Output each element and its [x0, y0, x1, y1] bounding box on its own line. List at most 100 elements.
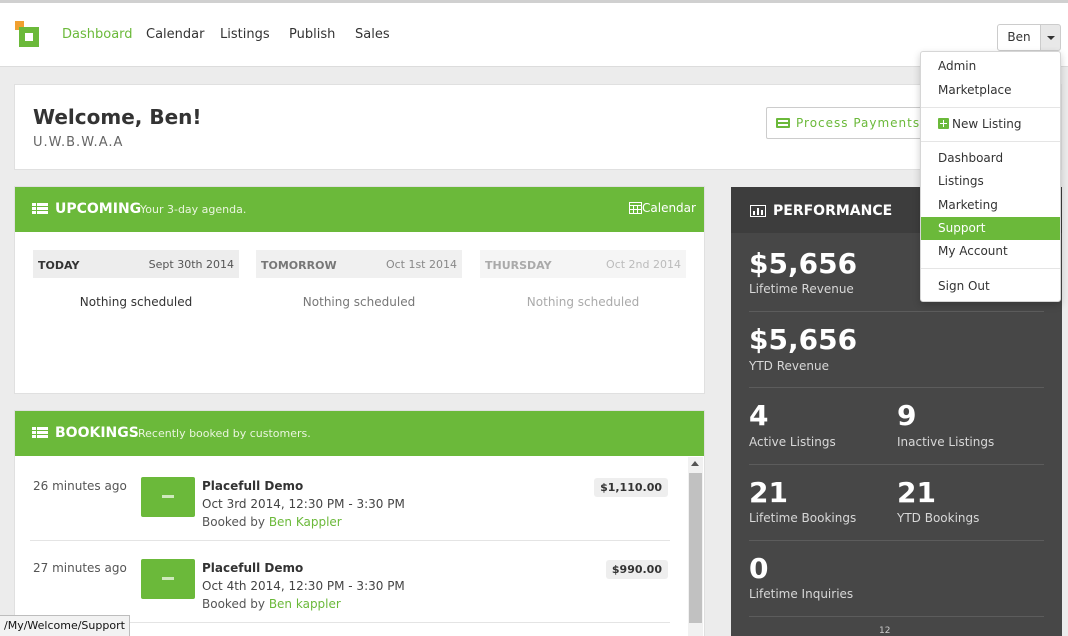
booking-customer: Booked by Ben kappler — [202, 597, 341, 611]
lifetime-inquiries-value: 0 — [749, 552, 769, 585]
booked-by-label: Booked by — [202, 515, 265, 529]
plus-square-icon — [938, 118, 949, 129]
lifetime-revenue-value: $5,656 — [749, 247, 858, 280]
organization-name: U.W.B.W.A.A — [33, 135, 124, 150]
day-date: Oct 2nd 2014 — [606, 258, 681, 271]
credit-card-icon — [776, 118, 790, 128]
menu-item-marketplace[interactable]: Marketplace — [921, 79, 1060, 102]
bookings-title: BOOKINGS — [55, 425, 139, 441]
bar-chart-icon — [750, 205, 766, 217]
menu-item-support[interactable]: Support — [921, 217, 1060, 240]
nav-dashboard[interactable]: Dashboard — [62, 27, 133, 42]
nav-listings[interactable]: Listings — [220, 27, 270, 42]
menu-item-listings[interactable]: Listings — [921, 170, 1060, 193]
customer-link[interactable]: Ben kappler — [269, 597, 341, 611]
day-header: TODAY Sept 30th 2014 — [33, 250, 239, 278]
booking-title[interactable]: Placefull Demo — [202, 561, 303, 575]
day-header: TOMORROW Oct 1st 2014 — [256, 250, 462, 278]
menu-divider — [921, 268, 1060, 269]
list-icon — [32, 203, 48, 215]
day-header: THURSDAY Oct 2nd 2014 — [480, 250, 686, 278]
active-listings-label: Active Listings — [749, 435, 836, 449]
calendar-icon — [629, 202, 642, 214]
process-payments-button[interactable]: Process Payments — [766, 107, 926, 139]
status-bar-url: /My/Welcome/Support — [0, 615, 130, 636]
caret-down-icon — [1047, 36, 1055, 40]
ytd-revenue-value: $5,656 — [749, 323, 858, 356]
process-payments-label: Process Payments — [796, 116, 921, 130]
upcoming-title: UPCOMING — [55, 201, 142, 217]
booked-by-label: Booked by — [202, 597, 265, 611]
menu-item-marketing[interactable]: Marketing — [921, 194, 1060, 217]
ytd-revenue-label: YTD Revenue — [749, 359, 829, 373]
divider — [749, 387, 1044, 388]
booking-row[interactable]: 26 minutes ago Placefull Demo Oct 3rd 20… — [30, 459, 670, 541]
divider — [749, 616, 1044, 617]
lifetime-bookings-value: 21 — [749, 476, 788, 509]
welcome-title: Welcome, Ben! — [33, 105, 202, 129]
booking-title[interactable]: Placefull Demo — [202, 479, 303, 493]
user-dropdown-menu: Admin Marketplace New Listing Dashboard … — [920, 51, 1061, 302]
day-name: THURSDAY — [485, 259, 552, 272]
menu-item-admin[interactable]: Admin — [921, 55, 1060, 78]
new-listing-label: New Listing — [952, 117, 1022, 131]
calendar-link[interactable]: Calendar — [629, 201, 696, 215]
menu-divider — [921, 107, 1060, 108]
day-name: TODAY — [38, 259, 80, 272]
lifetime-bookings-label: Lifetime Bookings — [749, 511, 857, 525]
user-menu-button[interactable]: Ben — [997, 24, 1041, 51]
logo-square-inner — [25, 33, 33, 41]
menu-item-sign-out[interactable]: Sign Out — [921, 275, 1060, 298]
ytd-bookings-value: 21 — [897, 476, 936, 509]
upcoming-panel: UPCOMING Your 3-day agenda. Calendar — [14, 186, 705, 394]
menu-item-dashboard[interactable]: Dashboard — [921, 147, 1060, 170]
day-note: Nothing scheduled — [526, 295, 640, 309]
booking-date: Oct 3rd 2014, 12:30 PM - 3:30 PM — [202, 497, 405, 511]
welcome-panel: Welcome, Ben! U.W.B.W.A.A Process Paymen… — [14, 84, 1062, 170]
customer-link[interactable]: Ben Kappler — [269, 515, 342, 529]
day-date: Sept 30th 2014 — [148, 258, 234, 271]
upcoming-subtitle: Your 3-day agenda. — [140, 203, 247, 216]
day-date: Oct 1st 2014 — [385, 258, 457, 271]
lifetime-revenue-label: Lifetime Revenue — [749, 282, 854, 296]
inactive-listings-label: Inactive Listings — [897, 435, 995, 449]
day-note: Nothing scheduled — [79, 295, 193, 309]
upcoming-header: UPCOMING Your 3-day agenda. Calendar — [15, 187, 704, 232]
calendar-link-label: Calendar — [642, 201, 696, 215]
lifetime-inquiries-label: Lifetime Inquiries — [749, 587, 854, 601]
bookings-scrollbar[interactable] — [688, 457, 703, 636]
booking-time: 27 minutes ago — [33, 561, 127, 575]
top-navbar: Dashboard Calendar Listings Publish Sale… — [0, 3, 1068, 67]
scroll-up-arrow-icon[interactable] — [691, 461, 699, 466]
divider — [749, 464, 1044, 465]
menu-divider — [921, 141, 1060, 142]
booking-customer: Booked by Ben Kappler — [202, 515, 342, 529]
nav-calendar[interactable]: Calendar — [146, 27, 204, 42]
nav-publish[interactable]: Publish — [289, 27, 335, 42]
partial-stat-value: 12 — [879, 626, 891, 636]
bookings-subtitle: Recently booked by customers. — [138, 427, 311, 440]
active-listings-value: 4 — [749, 399, 769, 432]
menu-item-my-account[interactable]: My Account — [921, 240, 1060, 263]
nav-sales[interactable]: Sales — [355, 27, 390, 42]
ytd-bookings-label: YTD Bookings — [897, 511, 980, 525]
inactive-listings-value: 9 — [897, 399, 917, 432]
booking-price: $1,110.00 — [594, 478, 668, 497]
booking-price: $990.00 — [605, 560, 668, 579]
bookings-header: BOOKINGS Recently booked by customers. — [15, 411, 704, 456]
app-logo[interactable] — [15, 21, 41, 47]
booking-date: Oct 4th 2014, 12:30 PM - 3:30 PM — [202, 579, 405, 593]
menu-item-new-listing[interactable]: New Listing — [921, 113, 1060, 136]
divider — [749, 540, 1044, 541]
booking-time: 26 minutes ago — [33, 479, 127, 493]
listing-thumbnail[interactable] — [141, 477, 195, 517]
user-menu-toggle[interactable] — [1040, 24, 1061, 51]
scrollbar-thumb[interactable] — [689, 473, 702, 623]
day-name: TOMORROW — [261, 259, 337, 272]
booking-row[interactable]: 27 minutes ago Placefull Demo Oct 4th 20… — [30, 541, 670, 623]
day-note: Nothing scheduled — [302, 295, 416, 309]
listing-thumbnail[interactable] — [141, 559, 195, 599]
divider — [749, 311, 1044, 312]
performance-title: PERFORMANCE — [773, 203, 893, 219]
bookings-icon — [32, 427, 48, 439]
